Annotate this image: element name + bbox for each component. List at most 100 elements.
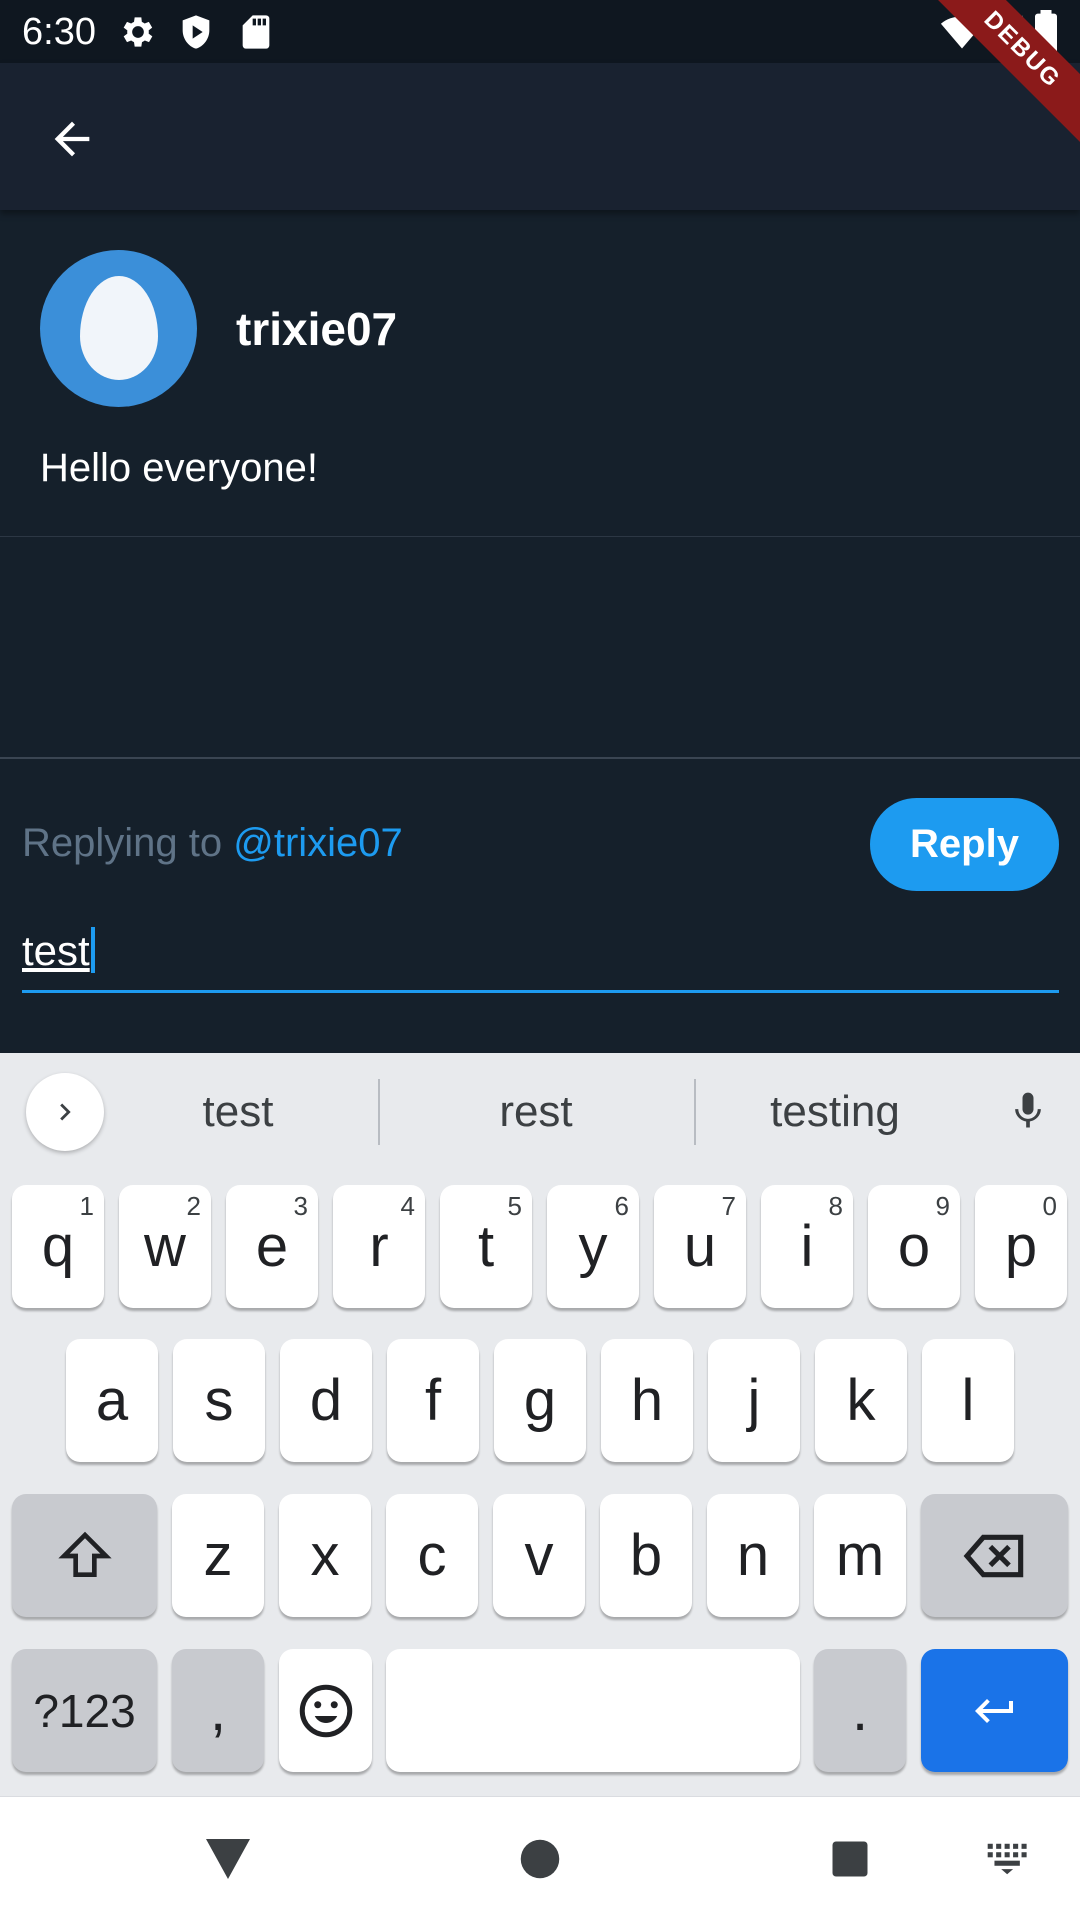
- key-label: u: [683, 1214, 717, 1279]
- replying-to-label: Replying to @trixie07: [22, 821, 403, 866]
- comma-key[interactable]: ,: [172, 1649, 264, 1772]
- key-number-hint: 6: [614, 1191, 629, 1221]
- key-number-hint: 8: [828, 1191, 843, 1221]
- key-label: e: [255, 1214, 289, 1279]
- key-v[interactable]: v: [493, 1494, 585, 1617]
- app-bar: [0, 63, 1080, 210]
- key-l[interactable]: l: [922, 1339, 1014, 1462]
- key-k[interactable]: k: [815, 1339, 907, 1462]
- key-w[interactable]: w2: [119, 1185, 211, 1308]
- reply-button[interactable]: Reply: [870, 798, 1059, 891]
- tweet-username[interactable]: trixie07: [236, 302, 397, 356]
- key-t[interactable]: t5: [440, 1185, 532, 1308]
- home-circle-icon: [520, 1839, 560, 1879]
- replying-to-handle[interactable]: @trixie07: [233, 821, 403, 865]
- key-d[interactable]: d: [280, 1339, 372, 1462]
- avatar[interactable]: [40, 250, 197, 407]
- system-nav-bar: [0, 1796, 1080, 1920]
- period-key[interactable]: .: [814, 1649, 906, 1772]
- nav-back-button[interactable]: [198, 1829, 258, 1889]
- key-label: r: [369, 1214, 389, 1279]
- key-b[interactable]: b: [600, 1494, 692, 1617]
- key-number-hint: 3: [293, 1191, 308, 1221]
- settings-icon: [118, 12, 158, 52]
- key-number-hint: 9: [935, 1191, 950, 1221]
- backspace-key[interactable]: [921, 1494, 1068, 1617]
- nav-home-button[interactable]: [510, 1829, 570, 1889]
- text-caret: [90, 927, 95, 973]
- suggestion-strip: test rest testing: [0, 1053, 1080, 1171]
- space-key[interactable]: [386, 1649, 800, 1772]
- key-n[interactable]: n: [707, 1494, 799, 1617]
- status-bar: 6:30 DEBUG: [0, 0, 1080, 152]
- arrow-back-icon: [54, 121, 90, 157]
- nav-recents-button[interactable]: [820, 1829, 880, 1889]
- key-label: i: [800, 1214, 814, 1279]
- keyboard: test rest testing q1w2e3r4t5y6u7i8o9p0 a…: [0, 1053, 1080, 1796]
- voice-input-button[interactable]: [998, 1081, 1058, 1141]
- key-p[interactable]: p0: [975, 1185, 1067, 1308]
- status-time: 6:30: [22, 11, 96, 53]
- key-label: q: [41, 1214, 75, 1279]
- back-triangle-icon: [206, 1839, 250, 1879]
- key-label: p: [1004, 1214, 1038, 1279]
- suggestion-2[interactable]: rest: [420, 1079, 652, 1145]
- key-h[interactable]: h: [601, 1339, 693, 1462]
- keyboard-switch-button[interactable]: [978, 1829, 1038, 1889]
- key-z[interactable]: z: [172, 1494, 264, 1617]
- suggestion-divider: [694, 1079, 696, 1145]
- shield-icon: [176, 12, 216, 52]
- reply-input[interactable]: test: [22, 927, 1059, 993]
- key-i[interactable]: i8: [761, 1185, 853, 1308]
- emoji-key[interactable]: [279, 1649, 372, 1772]
- key-x[interactable]: x: [279, 1494, 371, 1617]
- enter-icon: [974, 1698, 1013, 1723]
- replying-to-prefix: Replying to: [22, 821, 234, 865]
- key-a[interactable]: a: [66, 1339, 158, 1462]
- comma-key-label: ,: [209, 1678, 227, 1743]
- key-j[interactable]: j: [708, 1339, 800, 1462]
- key-number-hint: 4: [400, 1191, 415, 1221]
- recents-square-icon: [832, 1841, 868, 1877]
- symbols-key[interactable]: ?123: [12, 1649, 157, 1772]
- key-o[interactable]: o9: [868, 1185, 960, 1308]
- emoji-icon: [299, 1684, 352, 1737]
- suggestion-1[interactable]: test: [130, 1079, 346, 1145]
- chevron-right-icon: [60, 1103, 71, 1121]
- key-e[interactable]: e3: [226, 1185, 318, 1308]
- key-number-hint: 7: [721, 1191, 736, 1221]
- key-number-hint: 5: [507, 1191, 522, 1221]
- period-key-label: .: [851, 1678, 869, 1743]
- key-label: y: [578, 1214, 608, 1279]
- key-f[interactable]: f: [387, 1339, 479, 1462]
- key-u[interactable]: u7: [654, 1185, 746, 1308]
- shift-key[interactable]: [12, 1494, 157, 1617]
- key-q[interactable]: q1: [12, 1185, 104, 1308]
- key-label: t: [477, 1214, 495, 1279]
- shift-icon: [57, 1531, 112, 1577]
- suggestion-expand-button[interactable]: [26, 1073, 104, 1151]
- key-number-hint: 1: [79, 1191, 94, 1221]
- key-c[interactable]: c: [386, 1494, 478, 1617]
- egg-avatar-icon: [80, 276, 158, 380]
- key-s[interactable]: s: [173, 1339, 265, 1462]
- key-label: o: [897, 1214, 931, 1279]
- key-number-hint: 2: [186, 1191, 201, 1221]
- reply-composer: Replying to @trixie07 Reply test: [0, 757, 1080, 1053]
- sd-card-icon: [236, 12, 276, 52]
- reply-input-value: test: [22, 927, 90, 974]
- key-y[interactable]: y6: [547, 1185, 639, 1308]
- key-g[interactable]: g: [494, 1339, 586, 1462]
- enter-key[interactable]: [921, 1649, 1068, 1772]
- symbols-key-label: ?123: [33, 1684, 136, 1737]
- suggestion-divider: [378, 1079, 380, 1145]
- key-m[interactable]: m: [814, 1494, 906, 1617]
- tweet-text: Hello everyone!: [40, 446, 318, 490]
- back-button[interactable]: [40, 107, 104, 171]
- key-r[interactable]: r4: [333, 1185, 425, 1308]
- microphone-icon: [1015, 1092, 1041, 1128]
- suggestion-3[interactable]: testing: [730, 1079, 940, 1145]
- key-number-hint: 0: [1042, 1191, 1057, 1221]
- backspace-icon: [963, 1534, 1023, 1577]
- keyboard-switch-icon: [987, 1843, 1027, 1875]
